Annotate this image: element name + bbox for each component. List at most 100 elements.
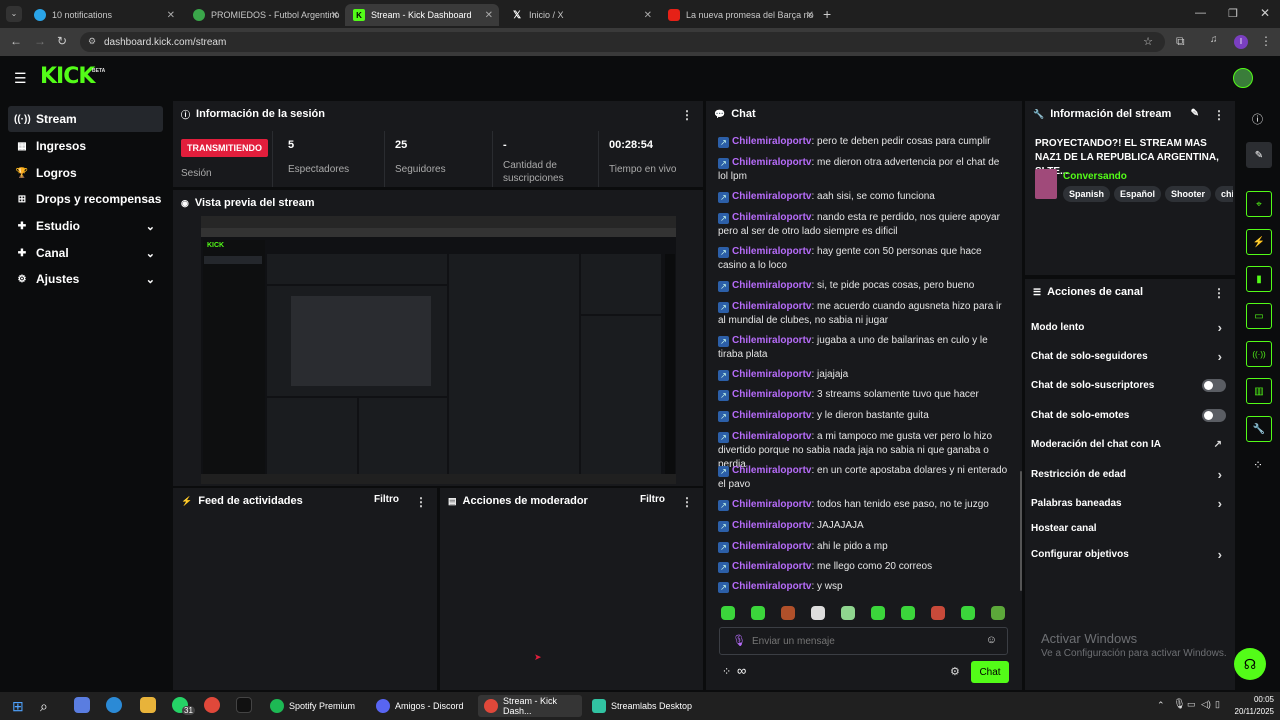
sidebar-item-drops[interactable]: ⊞ Drops y recompensas	[8, 186, 163, 212]
chat-username[interactable]: Chilemiraloportv	[732, 212, 811, 223]
extensions-icon[interactable]: ⧉	[1176, 34, 1185, 49]
chat-message[interactable]: ↗ Chilemiraloportv: todos han tenido ese …	[718, 498, 1008, 512]
microphone-icon[interactable]: 🎙	[732, 634, 746, 647]
mod-filter-button[interactable]: Filtro	[640, 494, 665, 505]
sidebar-item-ajustes[interactable]: ⚙ Ajustes ⌄	[8, 266, 163, 292]
browser-menu-icon[interactable]: ⋮	[1260, 34, 1272, 48]
emote-icon[interactable]	[751, 606, 765, 620]
chat-username[interactable]: Chilemiraloportv	[732, 335, 811, 346]
forward-icon[interactable]: →	[34, 34, 46, 48]
close-tab-icon[interactable]: ✕	[331, 10, 339, 21]
chat-message[interactable]: ↗ Chilemiraloportv: 3 streams solamente t…	[718, 388, 1008, 402]
action-configure-goals[interactable]: Configurar objetivos ›	[1031, 547, 1226, 562]
bookmark-star-icon[interactable]: ☆	[1143, 35, 1153, 48]
chat-username[interactable]: Chilemiraloportv	[732, 520, 811, 531]
emote-icon[interactable]	[721, 606, 735, 620]
raid-button[interactable]: ⚡	[1246, 229, 1272, 255]
chat-username[interactable]: Chilemiraloportv	[732, 410, 811, 421]
points-icon[interactable]: ⁘	[722, 665, 731, 678]
chat-username[interactable]: Chilemiraloportv	[732, 246, 811, 257]
back-icon[interactable]: ←	[10, 34, 22, 48]
tag[interactable]: Spanish	[1063, 186, 1111, 202]
taskbar-discord[interactable]: Amigos - Discord	[370, 695, 470, 717]
tray-overflow-icon[interactable]: ⌃	[1157, 700, 1165, 711]
chat-message[interactable]: ↗ Chilemiraloportv: ahi le pido a mp	[718, 540, 1008, 554]
chrome-icon[interactable]	[204, 697, 220, 713]
emoji-picker-icon[interactable]: ☺	[986, 634, 997, 646]
more-tools-icon[interactable]: ⁘	[1253, 458, 1263, 472]
sidebar-item-estudio[interactable]: ✚ Estudio ⌄	[8, 213, 163, 239]
minimize-button[interactable]: —	[1195, 7, 1206, 19]
close-window-button[interactable]: ✕	[1260, 6, 1270, 20]
stream-category[interactable]: Conversando	[1063, 171, 1127, 182]
microphone-tray-icon[interactable]: 🎙	[1173, 699, 1186, 710]
chat-username[interactable]: Chilemiraloportv	[732, 431, 811, 442]
more-options-icon[interactable]: ⋮	[415, 495, 427, 509]
kick-logo[interactable]: KICK	[40, 64, 95, 89]
clock-date[interactable]: 20/11/2025	[1234, 707, 1274, 716]
chat-message[interactable]: ↗ Chilemiraloportv: hay gente con 50 pers…	[718, 245, 1008, 273]
taskbar-spotify[interactable]: Spotify Premium	[264, 695, 361, 717]
more-options-icon[interactable]: ⋮	[1213, 108, 1225, 122]
chat-username[interactable]: Chilemiraloportv	[732, 280, 811, 291]
network-icon[interactable]: ▭	[1187, 699, 1196, 710]
new-tab-button[interactable]: +	[823, 6, 831, 22]
copilot-icon[interactable]	[74, 697, 90, 713]
chat-message[interactable]: ↗ Chilemiraloportv: me acuerdo cuando agu…	[718, 300, 1008, 328]
emote-icon[interactable]	[991, 606, 1005, 620]
chat-message-button[interactable]: ▭	[1246, 303, 1272, 329]
info-icon[interactable]: ⓘ	[1252, 111, 1263, 127]
emote-icon[interactable]	[931, 606, 945, 620]
file-explorer-icon[interactable]	[140, 697, 156, 713]
close-tab-icon[interactable]: ✕	[485, 10, 493, 21]
user-avatar[interactable]	[1233, 68, 1253, 88]
browser-tab-promiedos[interactable]: PROMIEDOS - Futbol Argentino ✕	[185, 4, 345, 26]
windows-start-icon[interactable]: ⊞	[12, 698, 24, 715]
address-bar[interactable]: ⚙ dashboard.kick.com/stream ☆	[80, 32, 1165, 52]
layout-button[interactable]: ▥	[1246, 378, 1272, 404]
chat-message[interactable]: ↗ Chilemiraloportv: me llego como 20 corr…	[718, 560, 1008, 574]
send-chat-button[interactable]: Chat	[971, 661, 1009, 683]
chat-username[interactable]: Chilemiraloportv	[732, 541, 811, 552]
volume-icon[interactable]: ◁)	[1201, 699, 1211, 710]
action-followers-only[interactable]: Chat de solo-seguidores ›	[1031, 349, 1226, 364]
emote-icon[interactable]	[781, 606, 795, 620]
chat-message[interactable]: ↗ Chilemiraloportv: aah sisi, se como fun…	[718, 190, 1008, 204]
chat-username[interactable]: Chilemiraloportv	[732, 465, 811, 476]
emote-icon[interactable]	[901, 606, 915, 620]
feed-filter-button[interactable]: Filtro	[374, 494, 399, 505]
hamburger-menu-icon[interactable]: ☰	[14, 70, 27, 87]
emote-icon[interactable]	[961, 606, 975, 620]
tab-search-icon[interactable]: ⌄	[6, 6, 22, 22]
emote-icon[interactable]	[871, 606, 885, 620]
action-banned-words[interactable]: Palabras baneadas ›	[1031, 496, 1226, 511]
browser-tab-youtube[interactable]: La nueva promesa del Barça no ✕	[660, 4, 820, 26]
tag[interactable]: Español	[1114, 186, 1162, 202]
browser-tab-kick-dashboard[interactable]: K Stream - Kick Dashboard ✕	[345, 4, 499, 26]
chat-scrollbar[interactable]	[1020, 471, 1022, 591]
chat-settings-gear-icon[interactable]: ⚙	[950, 665, 960, 678]
tag[interactable]: chill	[1215, 186, 1233, 202]
emotes-only-toggle[interactable]	[1202, 408, 1226, 422]
chat-username[interactable]: Chilemiraloportv	[732, 191, 811, 202]
search-icon[interactable]: ⌕	[40, 698, 48, 715]
emote-icon[interactable]	[811, 606, 825, 620]
tiktok-icon[interactable]	[236, 697, 252, 713]
subscribers-only-toggle[interactable]	[1202, 378, 1226, 392]
taskbar-kick-dashboard[interactable]: Stream - Kick Dash...	[478, 695, 582, 717]
chat-username[interactable]: Chilemiraloportv	[732, 157, 811, 168]
more-options-icon[interactable]: ⋮	[681, 495, 693, 509]
tag[interactable]: Shooter	[1165, 186, 1212, 202]
help-support-button[interactable]: ☊	[1234, 648, 1266, 680]
browser-tab-notifications[interactable]: 10 notifications ✕	[26, 4, 181, 26]
action-ai-moderation[interactable]: Moderación del chat con IA ↗	[1031, 437, 1226, 451]
edit-stream-button[interactable]: ✎	[1246, 142, 1272, 168]
chat-message-input[interactable]	[752, 633, 972, 649]
chat-message[interactable]: ↗ Chilemiraloportv: y le dieron bastante …	[718, 409, 1008, 423]
chat-message[interactable]: ↗ Chilemiraloportv: nando esta re perdido…	[718, 211, 1008, 239]
close-tab-icon[interactable]: ✕	[806, 10, 814, 21]
sidebar-item-logros[interactable]: 🏆 Logros	[8, 160, 163, 186]
clip-button[interactable]: ⌖	[1246, 191, 1272, 217]
clock-time[interactable]: 00:05	[1236, 695, 1274, 704]
profile-avatar[interactable]: I	[1234, 35, 1248, 49]
